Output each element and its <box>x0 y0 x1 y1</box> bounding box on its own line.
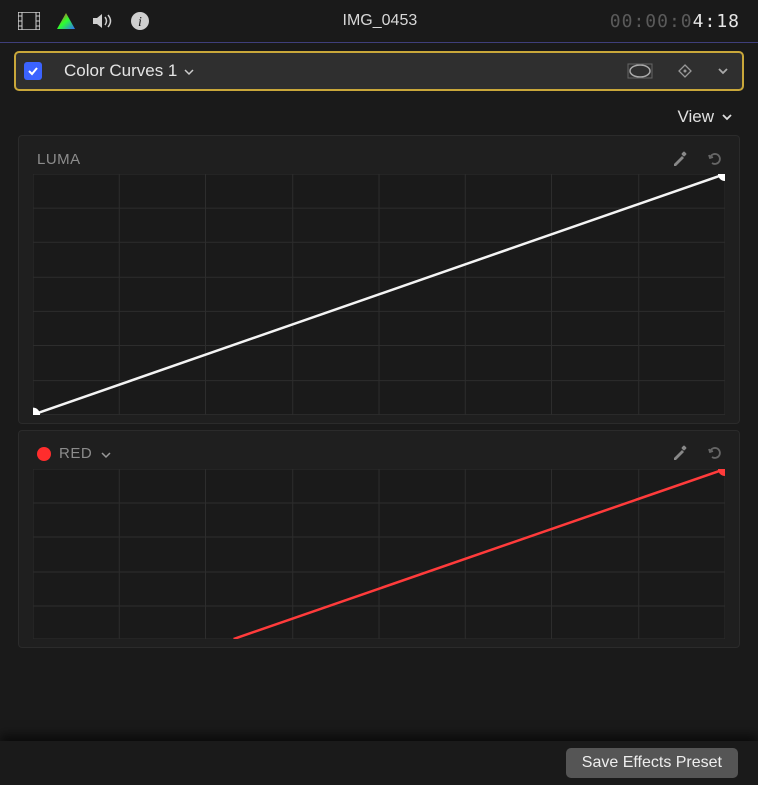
mask-icon[interactable] <box>620 62 660 80</box>
view-menu[interactable]: View <box>0 95 758 135</box>
filmstrip-icon[interactable] <box>18 12 40 30</box>
luma-graph[interactable] <box>27 174 731 415</box>
color-triangle-icon[interactable] <box>56 12 76 30</box>
reset-curve-icon[interactable] <box>701 149 727 170</box>
effect-bar-wrap: Color Curves 1 <box>0 43 758 95</box>
effect-bar: Color Curves 1 <box>14 51 744 91</box>
info-icon[interactable]: i <box>130 11 150 31</box>
chevron-down-icon[interactable] <box>100 446 112 462</box>
effect-name-label: Color Curves 1 <box>64 61 177 81</box>
view-menu-label: View <box>677 107 714 127</box>
red-swatch[interactable] <box>37 447 51 461</box>
red-graph[interactable] <box>27 469 731 639</box>
curves-area: LUMA <box>0 135 758 648</box>
effect-enable-checkbox[interactable] <box>24 62 42 80</box>
effect-name-dropdown[interactable]: Color Curves 1 <box>64 61 195 81</box>
timecode-dim: 00:00:0 <box>610 11 693 32</box>
save-effects-preset-button[interactable]: Save Effects Preset <box>566 748 738 778</box>
effect-menu-chevron-icon[interactable] <box>710 66 736 76</box>
eyedropper-icon[interactable] <box>667 443 693 464</box>
red-curve-header: RED <box>27 441 731 467</box>
red-curve-panel: RED <box>18 430 740 648</box>
eyedropper-icon[interactable] <box>667 149 693 170</box>
footer-bar: Save Effects Preset <box>0 741 758 785</box>
luma-curve-panel: LUMA <box>18 135 740 424</box>
chevron-down-icon <box>720 107 734 127</box>
clip-title: IMG_0453 <box>150 12 610 30</box>
timecode-display: 00:00:04:18 <box>610 11 740 32</box>
red-label: RED <box>59 445 92 462</box>
speaker-icon[interactable] <box>92 12 114 30</box>
luma-label: LUMA <box>37 151 81 168</box>
svg-text:i: i <box>138 15 142 30</box>
keyframe-icon[interactable] <box>670 62 700 80</box>
toolbar-left-group: i <box>18 11 150 31</box>
luma-curve-header: LUMA <box>27 146 731 172</box>
reset-curve-icon[interactable] <box>701 443 727 464</box>
timecode-bright: 4:18 <box>693 11 740 32</box>
top-toolbar: i IMG_0453 00:00:04:18 <box>0 0 758 42</box>
chevron-down-icon <box>183 61 195 81</box>
